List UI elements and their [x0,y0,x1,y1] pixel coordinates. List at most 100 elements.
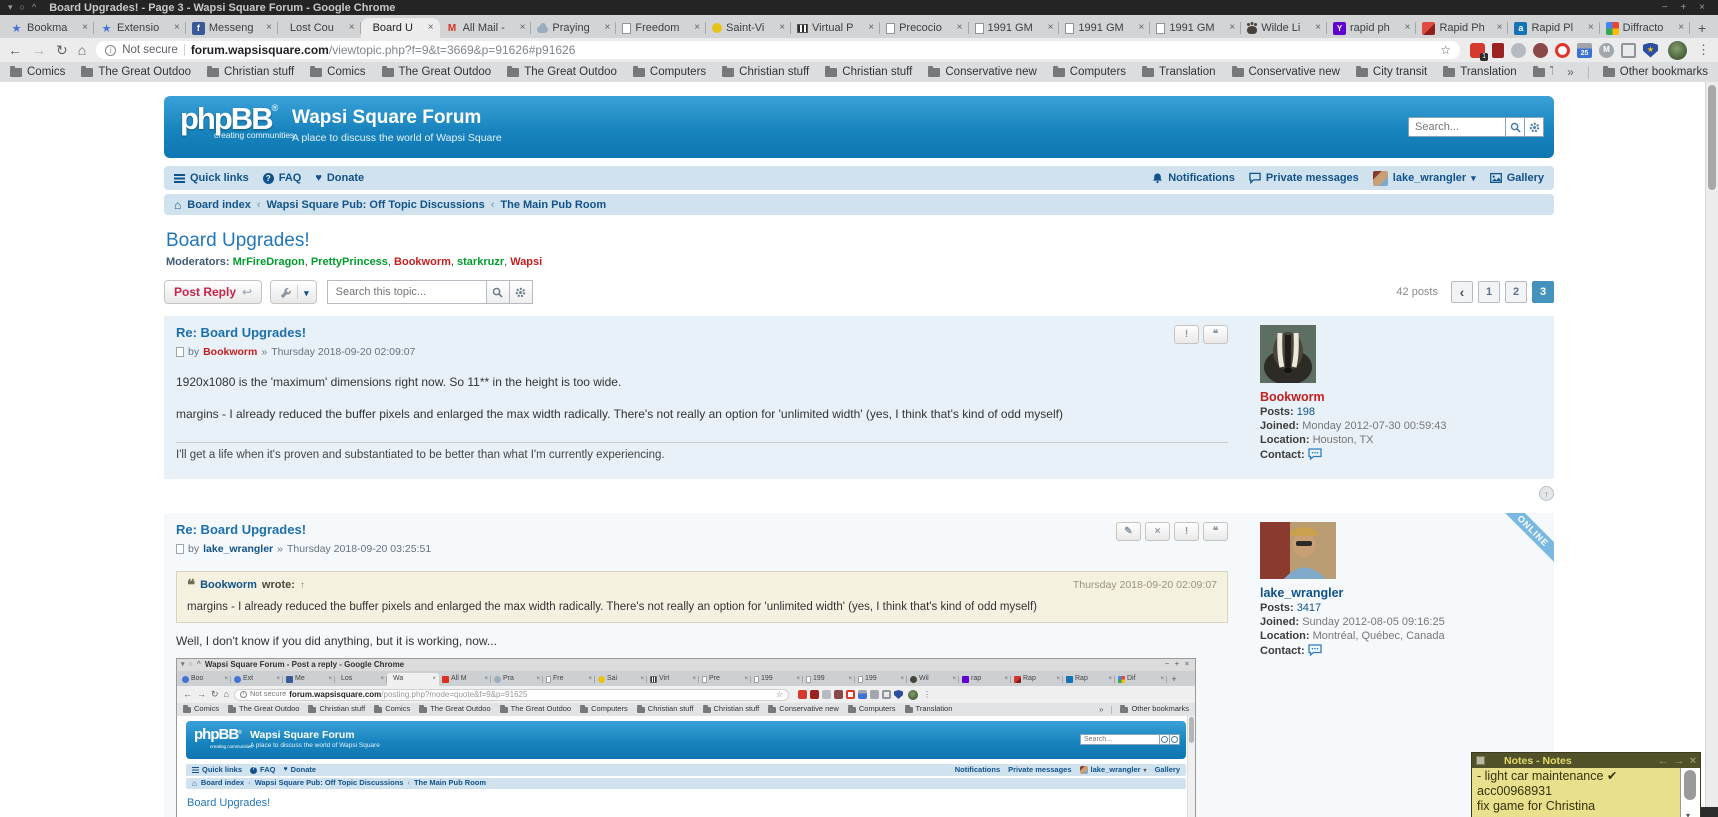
search-button[interactable] [1505,117,1525,137]
notifications-link[interactable]: Notifications [1152,172,1235,184]
pm-contact-icon[interactable] [1308,448,1322,463]
home-button[interactable]: ⌂ [78,43,86,57]
reload-button[interactable]: ↻ [56,43,68,57]
moderator-link[interactable]: Bookworm [394,256,457,268]
quote-jump-icon[interactable]: ↑ [300,579,305,594]
notes-content[interactable]: - light car maintenance ✔acc00968931fix … [1472,768,1680,817]
nested-tab[interactable]: Wil [907,673,959,686]
notes-widget[interactable]: Notes - Notes ← → × - light car maintena… [1472,753,1700,817]
tab-close-icon[interactable] [1497,23,1503,33]
phpbb-logo[interactable]: phpBB® creating communities [180,101,294,140]
browser-tab[interactable]: All Mail - [440,18,532,38]
nested-tab[interactable]: 199 [855,673,907,686]
post-icon[interactable] [176,347,184,357]
nested-tab[interactable]: Dif [1115,673,1167,686]
nested-tab[interactable]: Pre [699,673,751,686]
post-action-button[interactable]: ❝ [1203,325,1228,344]
nested-tab[interactable]: 199 [803,673,855,686]
post-author-link[interactable]: lake_wrangler [203,543,273,555]
moderator-link[interactable]: starkruzr [457,256,510,268]
profile-avatar[interactable] [1668,41,1687,60]
browser-tab[interactable]: Wilde Li [1241,18,1327,38]
address-bar[interactable]: Not secure forum.wapsisquare.com/viewtop… [96,41,1460,59]
donate-link[interactable]: Donate [315,172,364,184]
nested-tab[interactable]: Rap [1011,673,1063,686]
page-number-button[interactable]: 2 [1505,281,1527,303]
extension-icon[interactable] [1643,43,1658,58]
browser-tab[interactable]: Bookma [4,18,94,38]
tab-close-icon[interactable] [520,23,526,33]
browser-tab[interactable]: Praying [531,18,616,38]
bookmark-folder[interactable]: Translation [1443,66,1516,78]
pm-contact-icon[interactable] [1308,644,1322,659]
browser-tab[interactable]: Saint-Vi [706,18,791,38]
browser-tab[interactable]: Freedom [616,18,706,38]
nested-tab[interactable]: Me [283,673,335,686]
tab-close-icon[interactable] [349,23,355,33]
window-shade-icon[interactable]: ▾ [8,3,13,12]
nested-tab[interactable]: Pra [491,673,543,686]
nested-tab[interactable]: Rap [1063,673,1115,686]
page-info-icon[interactable] [105,45,116,56]
advanced-search-button[interactable] [1524,117,1544,137]
avatar[interactable] [1260,325,1316,383]
page-scrollbar[interactable] [1705,82,1718,817]
previous-page-button[interactable]: ‹ [1451,281,1473,303]
bookmark-folder[interactable]: Comics [310,66,365,78]
nested-tab[interactable]: rap [959,673,1011,686]
breadcrumb-room[interactable]: The Main Pub Room [500,199,606,211]
topic-title[interactable]: Board Upgrades! [166,230,1554,252]
bookmark-folder[interactable]: Christian stuff [722,66,809,78]
profile-username[interactable]: Bookworm [1260,390,1542,404]
page-number-button[interactable]: 1 [1478,281,1500,303]
tab-close-icon[interactable] [957,23,963,33]
extension-icon[interactable] [1470,43,1485,58]
nested-tab[interactable]: Ext [231,673,283,686]
bookmark-folder[interactable]: City transit [1356,66,1427,78]
browser-tab[interactable]: Messeng [186,18,278,38]
nested-tab[interactable]: Fre [543,673,595,686]
post-title-link[interactable]: Re: Board Upgrades! [176,325,1228,340]
browser-tab[interactable]: 1991 GM [1059,18,1150,38]
quick-links-menu[interactable]: Quick links [174,172,249,184]
notes-scrollbar-thumb[interactable] [1684,770,1696,800]
topic-search-settings-button[interactable] [509,280,533,304]
bookmarks-overflow-button[interactable]: » [1567,65,1574,79]
browser-tab[interactable]: Precocio [880,18,968,38]
tab-close-icon[interactable] [868,23,874,33]
site-title[interactable]: Wapsi Square Forum [292,107,502,129]
profile-username[interactable]: lake_wrangler [1260,586,1542,600]
window-maximize-icon[interactable]: ^ [32,3,36,12]
nested-tab[interactable]: Boo [179,673,231,686]
search-input[interactable] [1408,117,1506,137]
post-reply-button[interactable]: Post Reply↩ [164,280,262,304]
topic-search-input[interactable] [327,280,487,304]
forward-button[interactable]: → [32,43,46,57]
page-number-button[interactable]: 3 [1532,281,1554,303]
posts-count-link[interactable]: 3417 [1297,602,1321,614]
extension-icon[interactable] [1577,43,1592,58]
new-tab-button[interactable]: + [1690,18,1714,38]
window-controls[interactable]: − + × [1662,2,1710,13]
post-icon[interactable] [176,544,184,554]
tab-close-icon[interactable] [174,23,180,33]
bookmark-folder[interactable]: Computers [633,66,706,78]
bookmark-folder[interactable]: Conservative new [1232,66,1340,78]
nested-search-input[interactable] [1080,734,1160,745]
notes-forward-button[interactable]: → [1674,755,1685,767]
browser-tab[interactable]: Rapid Ph [1416,18,1508,38]
private-messages-link[interactable]: Private messages [1249,172,1359,184]
back-button[interactable]: ← [8,43,22,57]
extension-icon[interactable] [1511,43,1526,58]
topic-tools-button[interactable] [270,280,317,304]
bookmark-folder[interactable]: Comics [10,66,65,78]
bookmark-folder[interactable]: The Great Outdoo [382,66,492,78]
nested-tab[interactable]: Wa [387,673,439,686]
embedded-screenshot[interactable]: ▾ ○ ^ Wapsi Square Forum - Post a reply … [176,658,1196,817]
browser-tab[interactable]: Extensio [94,18,186,38]
nested-tab[interactable]: All M [439,673,491,686]
gallery-link[interactable]: Gallery [1490,172,1544,184]
tab-close-icon[interactable] [1229,23,1235,33]
back-to-top-button[interactable] [1539,486,1554,501]
nested-tab[interactable]: 199 [751,673,803,686]
